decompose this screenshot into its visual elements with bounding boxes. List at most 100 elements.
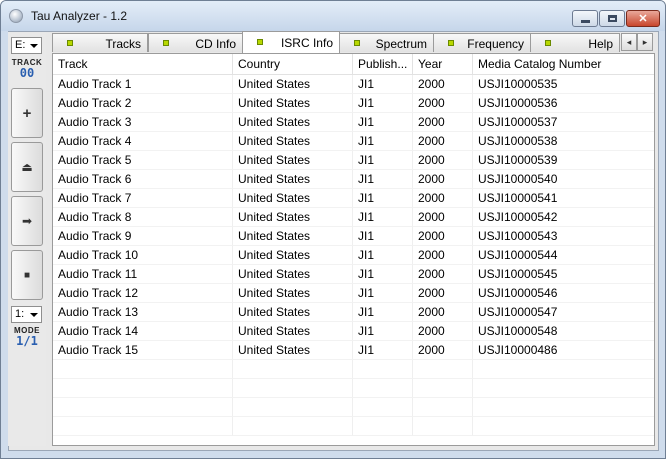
table-row[interactable]: Audio Track 3 United States JI1 2000 USJI100… bbox=[53, 113, 654, 132]
table-row[interactable]: Audio Track 9 United States JI1 2000 USJI100… bbox=[53, 227, 654, 246]
eject-button[interactable]: ⏏ bbox=[11, 142, 43, 192]
column-header-publisher[interactable]: Publish... bbox=[353, 54, 413, 74]
cell-track bbox=[53, 417, 233, 436]
cell-media-catalog-number: USJI10000536 bbox=[473, 94, 654, 113]
cell-media-catalog-number: USJI10000540 bbox=[473, 170, 654, 189]
table-row[interactable]: Audio Track 5 United States JI1 2000 USJI100… bbox=[53, 151, 654, 170]
cell-track: Audio Track 1 bbox=[53, 75, 233, 94]
cell-track: Audio Track 15 bbox=[53, 341, 233, 360]
cell-year: 2000 bbox=[413, 75, 473, 94]
tab-scroll-left-button[interactable]: ◂ bbox=[621, 33, 637, 51]
cell-track: Audio Track 7 bbox=[53, 189, 233, 208]
table-row[interactable]: Audio Track 7 United States JI1 2000 USJI100… bbox=[53, 189, 654, 208]
cell-country: United States bbox=[233, 132, 353, 151]
cell-publisher: JI1 bbox=[353, 132, 413, 151]
cell-year: 2000 bbox=[413, 246, 473, 265]
cell-country: United States bbox=[233, 322, 353, 341]
tab-label: Help bbox=[588, 37, 613, 51]
isrc-table: Track Country Publish... Year Media Cata… bbox=[52, 53, 655, 446]
mode-value: 1/1 bbox=[16, 334, 38, 348]
track-number: 00 bbox=[19, 66, 35, 80]
cell-track: Audio Track 9 bbox=[53, 227, 233, 246]
tab-label: CD Info bbox=[195, 37, 236, 51]
tab-help[interactable]: Help bbox=[530, 33, 620, 52]
cell-year: 2000 bbox=[413, 227, 473, 246]
cell-country bbox=[233, 398, 353, 417]
column-header-year[interactable]: Year bbox=[413, 54, 473, 74]
cell-publisher: JI1 bbox=[353, 341, 413, 360]
tab-scroll-right-button[interactable]: ▸ bbox=[637, 33, 653, 51]
close-icon: ✕ bbox=[638, 13, 648, 25]
drive-select[interactable]: E: bbox=[11, 37, 42, 54]
cell-media-catalog-number: USJI10000542 bbox=[473, 208, 654, 227]
cell-track: Audio Track 8 bbox=[53, 208, 233, 227]
table-row[interactable]: Audio Track 2 United States JI1 2000 USJI100… bbox=[53, 94, 654, 113]
control-strip: E: TRACK 00 + ⏏ ➡ ■ 1: MODE 1/1 bbox=[8, 32, 46, 446]
tab-tracks[interactable]: Tracks bbox=[52, 33, 148, 52]
table-row[interactable]: Audio Track 11 United States JI1 2000 USJI10… bbox=[53, 265, 654, 284]
column-header-country[interactable]: Country bbox=[233, 54, 353, 74]
tab-spectrum[interactable]: Spectrum bbox=[339, 33, 434, 52]
cell-country: United States bbox=[233, 113, 353, 132]
tab-isrc-info[interactable]: ISRC Info bbox=[242, 31, 340, 53]
stop-button[interactable]: ■ bbox=[11, 250, 43, 300]
app-disc-icon bbox=[9, 9, 23, 23]
cell-media-catalog-number: USJI10000486 bbox=[473, 341, 654, 360]
tab-frequency[interactable]: Frequency bbox=[433, 33, 531, 52]
cell-country bbox=[233, 379, 353, 398]
table-row[interactable]: Audio Track 1 United States JI1 2000 USJI100… bbox=[53, 75, 654, 94]
table-row[interactable]: Audio Track 6 United States JI1 2000 USJI100… bbox=[53, 170, 654, 189]
cell-media-catalog-number bbox=[473, 417, 654, 436]
cell-year: 2000 bbox=[413, 113, 473, 132]
mode-select-value: 1: bbox=[15, 308, 25, 320]
minimize-icon bbox=[580, 19, 590, 23]
title-bar[interactable]: Tau Analyzer - 1.2 ✕ bbox=[1, 1, 665, 31]
cell-country: United States bbox=[233, 189, 353, 208]
cell-publisher: JI1 bbox=[353, 189, 413, 208]
cell-year: 2000 bbox=[413, 170, 473, 189]
cell-track: Audio Track 5 bbox=[53, 151, 233, 170]
cell-country: United States bbox=[233, 208, 353, 227]
cell-year bbox=[413, 417, 473, 436]
cell-publisher bbox=[353, 360, 413, 379]
tab-led-icon bbox=[545, 40, 551, 46]
cell-publisher bbox=[353, 417, 413, 436]
cell-publisher: JI1 bbox=[353, 303, 413, 322]
mode-select[interactable]: 1: bbox=[11, 306, 42, 323]
tab-bar: Tracks CD Info ISRC Info Spectrum Freque… bbox=[52, 31, 654, 53]
table-row bbox=[53, 417, 654, 436]
cell-publisher: JI1 bbox=[353, 113, 413, 132]
minimize-button[interactable] bbox=[572, 10, 598, 27]
table-row[interactable]: Audio Track 8 United States JI1 2000 USJI100… bbox=[53, 208, 654, 227]
column-header-media-catalog-number[interactable]: Media Catalog Number bbox=[473, 54, 654, 74]
cell-country: United States bbox=[233, 303, 353, 322]
add-button[interactable]: + bbox=[11, 88, 43, 138]
table-row[interactable]: Audio Track 15 United States JI1 2000 USJI10… bbox=[53, 341, 654, 360]
close-button[interactable]: ✕ bbox=[626, 10, 660, 27]
cell-track: Audio Track 6 bbox=[53, 170, 233, 189]
cell-track: Audio Track 12 bbox=[53, 284, 233, 303]
cell-publisher: JI1 bbox=[353, 208, 413, 227]
table-row[interactable]: Audio Track 12 United States JI1 2000 USJI10… bbox=[53, 284, 654, 303]
cell-track: Audio Track 3 bbox=[53, 113, 233, 132]
cell-media-catalog-number: USJI10000544 bbox=[473, 246, 654, 265]
cell-publisher: JI1 bbox=[353, 322, 413, 341]
cell-year: 2000 bbox=[413, 94, 473, 113]
table-row[interactable]: Audio Track 14 United States JI1 2000 USJI10… bbox=[53, 322, 654, 341]
cell-country: United States bbox=[233, 151, 353, 170]
table-row[interactable]: Audio Track 4 United States JI1 2000 USJI100… bbox=[53, 132, 654, 151]
chevron-down-icon bbox=[30, 44, 38, 48]
tab-cd-info[interactable]: CD Info bbox=[148, 33, 243, 52]
cell-year: 2000 bbox=[413, 151, 473, 170]
table-row[interactable]: Audio Track 13 United States JI1 2000 USJI10… bbox=[53, 303, 654, 322]
cell-country: United States bbox=[233, 341, 353, 360]
table-row[interactable]: Audio Track 10 United States JI1 2000 USJI10… bbox=[53, 246, 654, 265]
play-button[interactable]: ➡ bbox=[11, 196, 43, 246]
cell-media-catalog-number: USJI10000538 bbox=[473, 132, 654, 151]
maximize-button[interactable] bbox=[599, 10, 625, 27]
cell-track bbox=[53, 360, 233, 379]
column-header-track[interactable]: Track bbox=[53, 54, 233, 74]
window-title: Tau Analyzer - 1.2 bbox=[31, 9, 128, 23]
tab-led-icon bbox=[163, 40, 169, 46]
cell-publisher bbox=[353, 379, 413, 398]
